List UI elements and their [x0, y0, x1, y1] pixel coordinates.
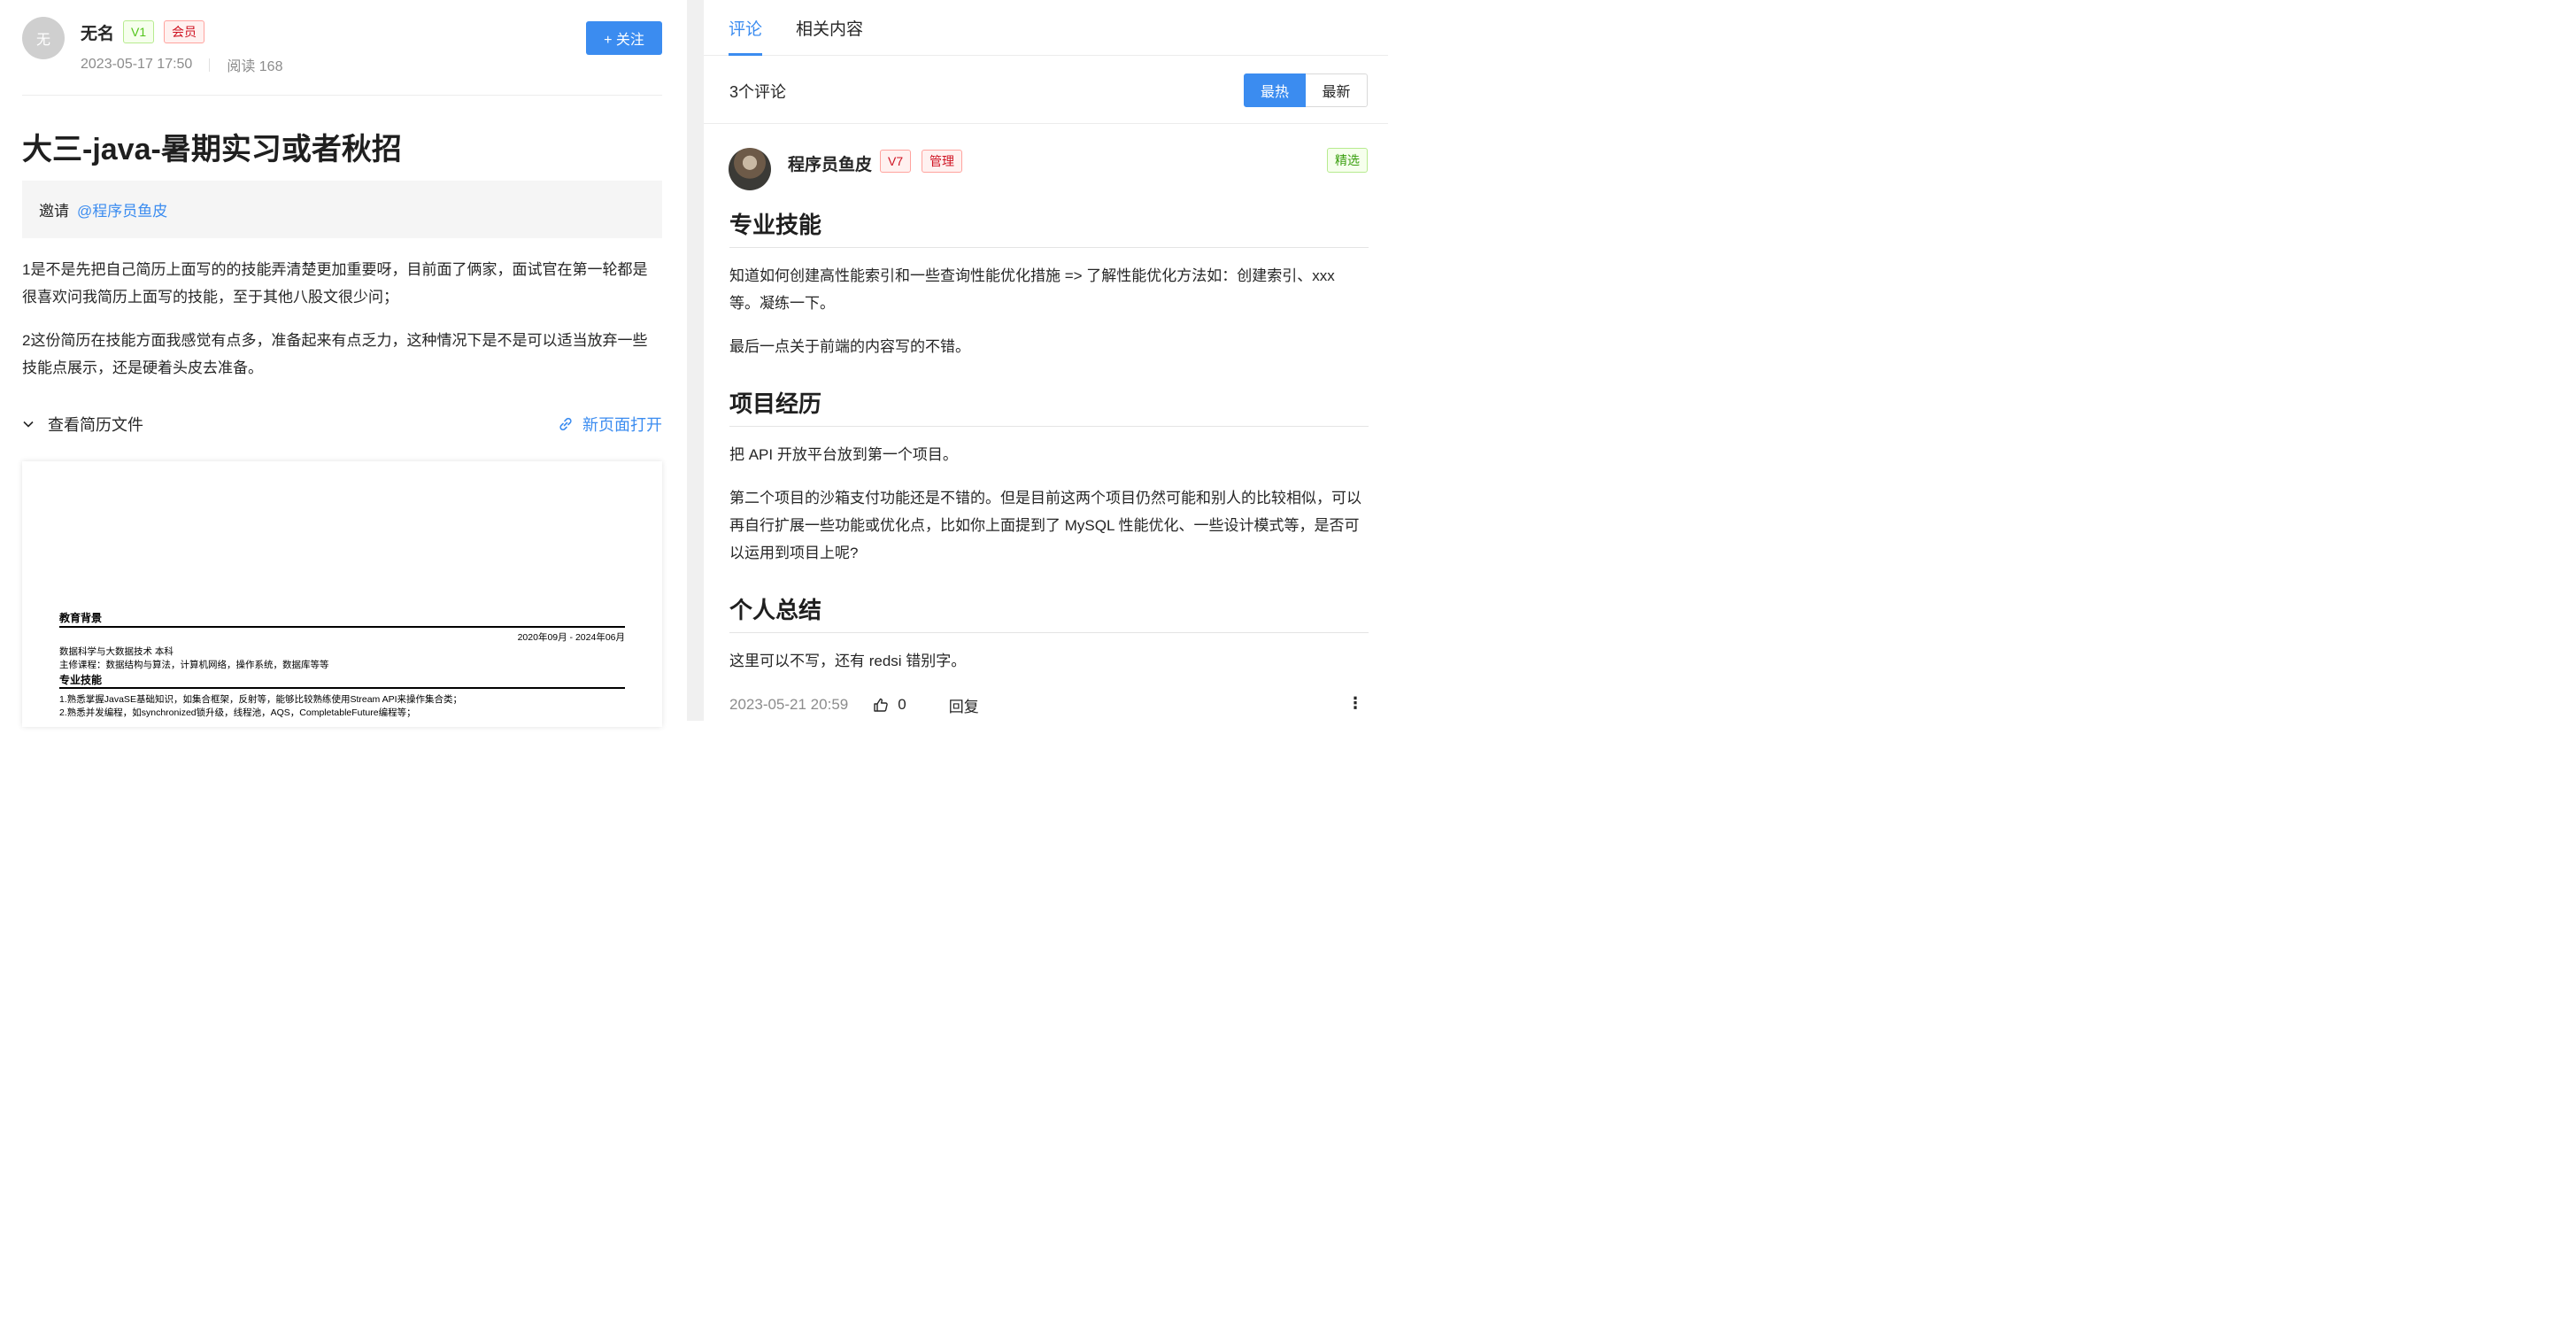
comment-count: 3个评论	[729, 83, 787, 101]
post-paragraph: 1是不是先把自己简历上面写的的技能弄清楚更加重要呀，目前面了俩家，面试官在第一轮…	[22, 261, 648, 305]
post-date: 2023-05-17 17:50	[81, 57, 193, 72]
comment-date: 2023-05-21 20:59	[729, 696, 849, 713]
author-member-badge: 会员	[164, 20, 204, 43]
like-count: 0	[898, 696, 906, 713]
tab-related[interactable]: 相关内容	[796, 16, 863, 40]
like-button[interactable]: 0	[873, 696, 906, 714]
resume-skill-line: 2.熟悉并发编程，如synchronized锁升级，线程池，AQS，Comple…	[59, 707, 416, 718]
follow-button[interactable]: + 关注	[586, 21, 662, 55]
resume-skills-heading: 专业技能	[59, 674, 103, 686]
commenter-role-badge: 管理	[922, 150, 962, 173]
link-icon	[559, 417, 572, 431]
resume-toggle[interactable]: 查看简历文件	[22, 413, 143, 436]
sort-toggle: 最热 最新	[1244, 73, 1368, 107]
resume-edu-heading: 教育背景	[59, 612, 103, 624]
commenter-name[interactable]: 程序员鱼皮	[788, 151, 872, 175]
comment-footer: 2023-05-21 20:59 0 回复 ⋮	[729, 694, 1369, 715]
thumbs-up-icon	[874, 698, 889, 712]
meta-divider	[209, 58, 211, 72]
invite-box: 邀请 @程序员鱼皮	[22, 181, 662, 238]
resume-edu-major: 数据科学与大数据技术 本科	[59, 646, 174, 657]
invite-label: 邀请	[39, 203, 69, 220]
comment-paragraph: 第二个项目的沙箱支付功能还是不错的。但是目前这两个项目仍然可能和别人的比较相似，…	[729, 490, 1361, 561]
comment-paragraph: 最后一点关于前端的内容写的不错。	[729, 338, 970, 355]
post-read-count: 阅读 168	[227, 59, 283, 74]
comment-count-bar: 3个评论 最热 最新	[704, 57, 1388, 124]
sort-new-button[interactable]: 最新	[1306, 73, 1368, 107]
author-avatar[interactable]: 无	[22, 17, 65, 59]
post-title: 大三-java-暑期实习或者秋招	[22, 133, 402, 166]
resume-toggle-label: 查看简历文件	[48, 416, 143, 434]
page: 无 无名 V1 会员 2023-05-17 17:50 阅读 168 + 关注 …	[0, 0, 1388, 727]
comment-paragraph: 这里可以不写，还有 redsi 错别字。	[729, 653, 967, 669]
commenter-level-badge: V7	[880, 150, 912, 173]
resume-rule	[59, 626, 625, 628]
open-new-page-label: 新页面打开	[582, 416, 662, 434]
tab-comments[interactable]: 评论	[729, 16, 762, 40]
comment-paragraph: 知道如何创建高性能索引和一些查询性能优化措施 => 了解性能优化方法如：创建索引…	[729, 267, 1335, 312]
post-meta: 2023-05-17 17:50 阅读 168	[81, 54, 282, 75]
resume-rule	[59, 687, 625, 689]
comment-section-heading: 专业技能	[729, 207, 1369, 248]
resume-edu-courses: 主修课程：数据结构与算法，计算机网络，操作系统，数据库等等	[59, 660, 329, 670]
comment-tabs: 评论 相关内容	[704, 0, 1388, 56]
reply-button[interactable]: 回复	[949, 694, 979, 716]
resume-preview[interactable]: 教育背景 2020年09月 - 2024年06月 数据科学与大数据技术 本科 主…	[22, 461, 662, 727]
more-options-icon[interactable]: ⋮	[1347, 694, 1363, 713]
sort-hot-button[interactable]: 最热	[1244, 73, 1306, 107]
commenter-avatar[interactable]	[729, 148, 771, 190]
comments-panel: 评论 相关内容 3个评论 最热 最新 程序员鱼皮 V7 管理 精选 专业技能 知…	[704, 0, 1388, 721]
resume-skill-line: 1.熟悉掌握JavaSE基础知识，如集合框架，反射等，能够比较熟练使用Strea…	[59, 694, 463, 705]
comment-section-heading: 个人总结	[729, 592, 1369, 633]
comment-paragraph: 把 API 开放平台放到第一个项目。	[729, 446, 958, 463]
featured-badge: 精选	[1327, 148, 1368, 173]
chevron-down-icon	[23, 421, 34, 428]
invite-mention-link[interactable]: @程序员鱼皮	[77, 198, 167, 220]
panel-gutter	[687, 0, 704, 721]
header-divider	[22, 95, 662, 96]
resume-edu-date: 2020年09月 - 2024年06月	[517, 632, 625, 643]
post-paragraph: 2这份简历在技能方面我感觉有点多，准备起来有点乏力，这种情况下是不是可以适当放弃…	[22, 332, 648, 376]
author-level-badge: V1	[123, 20, 155, 43]
active-tab-indicator	[729, 53, 762, 56]
post-panel: 无 无名 V1 会员 2023-05-17 17:50 阅读 168 + 关注 …	[0, 0, 687, 727]
author-name[interactable]: 无名	[81, 20, 114, 44]
comment-section-heading: 项目经历	[729, 386, 1369, 427]
open-new-page-link[interactable]: 新页面打开	[558, 413, 662, 436]
